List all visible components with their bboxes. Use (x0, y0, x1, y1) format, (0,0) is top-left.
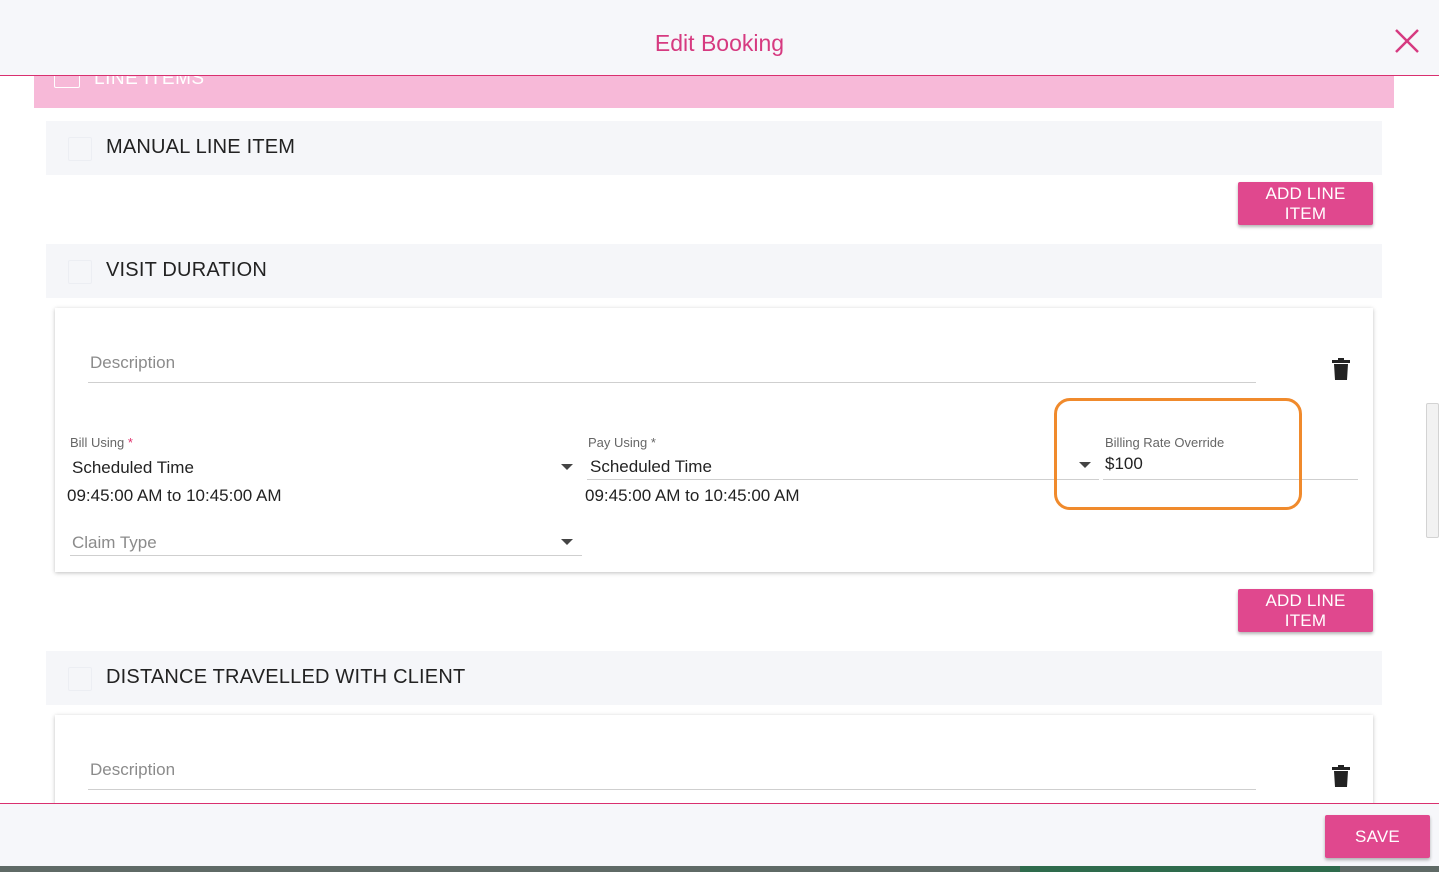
line-items-section-bar[interactable]: LINE ITEMS (34, 76, 1394, 108)
trash-icon[interactable] (1332, 358, 1350, 380)
distance-travelled-label: DISTANCE TRAVELLED WITH CLIENT (106, 666, 466, 688)
caret-down-icon[interactable] (561, 539, 573, 545)
bill-using-select[interactable]: Scheduled Time (72, 458, 194, 478)
modal-header: Edit Booking (0, 0, 1439, 76)
manual-line-item-header[interactable]: MANUAL LINE ITEM (46, 121, 1382, 175)
modal-body[interactable]: LINE ITEMS MANUAL LINE ITEM ADD LINE ITE… (0, 76, 1439, 803)
pay-using-underline (587, 479, 1099, 480)
chevron-up-icon[interactable] (68, 260, 92, 284)
background-banner (1020, 866, 1340, 872)
chevron-up-icon[interactable] (68, 137, 92, 161)
billing-rate-highlight (1054, 398, 1302, 510)
pay-using-time-range: 09:45:00 AM to 10:45:00 AM (585, 486, 800, 505)
claim-type-underline (70, 555, 582, 556)
background-page (0, 866, 1439, 872)
visit-duration-header[interactable]: VISIT DURATION (46, 244, 1382, 298)
line-items-label: LINE ITEMS (94, 76, 205, 89)
description-underline (88, 789, 1256, 790)
trash-icon[interactable] (1332, 765, 1350, 787)
modal-title: Edit Booking (654, 30, 785, 56)
visit-duration-label: VISIT DURATION (106, 259, 267, 281)
add-line-item-button[interactable]: ADD LINE ITEM (1238, 589, 1373, 632)
distance-travelled-header[interactable]: DISTANCE TRAVELLED WITH CLIENT (46, 651, 1382, 705)
add-line-item-button[interactable]: ADD LINE ITEM (1238, 182, 1373, 225)
description-underline (88, 382, 1256, 383)
save-button[interactable]: SAVE (1325, 815, 1430, 858)
distance-travelled-card: Description (55, 715, 1373, 803)
manual-line-item-label: MANUAL LINE ITEM (106, 136, 296, 158)
modal-footer: SAVE (0, 803, 1439, 866)
bill-using-time-range: 09:45:00 AM to 10:45:00 AM (67, 486, 282, 505)
claim-type-select[interactable]: Claim Type (72, 533, 157, 553)
chevron-up-icon[interactable] (68, 667, 92, 691)
chevron-up-icon[interactable] (54, 76, 80, 88)
pay-using-select[interactable]: Scheduled Time (590, 457, 712, 477)
description-field[interactable]: Description (90, 760, 175, 780)
description-field[interactable]: Description (90, 353, 175, 373)
edit-booking-modal: Edit Booking LINE ITEMS MANUAL LINE ITEM… (0, 0, 1439, 866)
caret-down-icon[interactable] (561, 464, 573, 470)
scrollbar-thumb[interactable] (1426, 403, 1439, 538)
close-icon[interactable] (1393, 27, 1421, 55)
bill-using-label: Bill Using * (70, 435, 133, 450)
pay-using-label: Pay Using * (588, 435, 656, 450)
